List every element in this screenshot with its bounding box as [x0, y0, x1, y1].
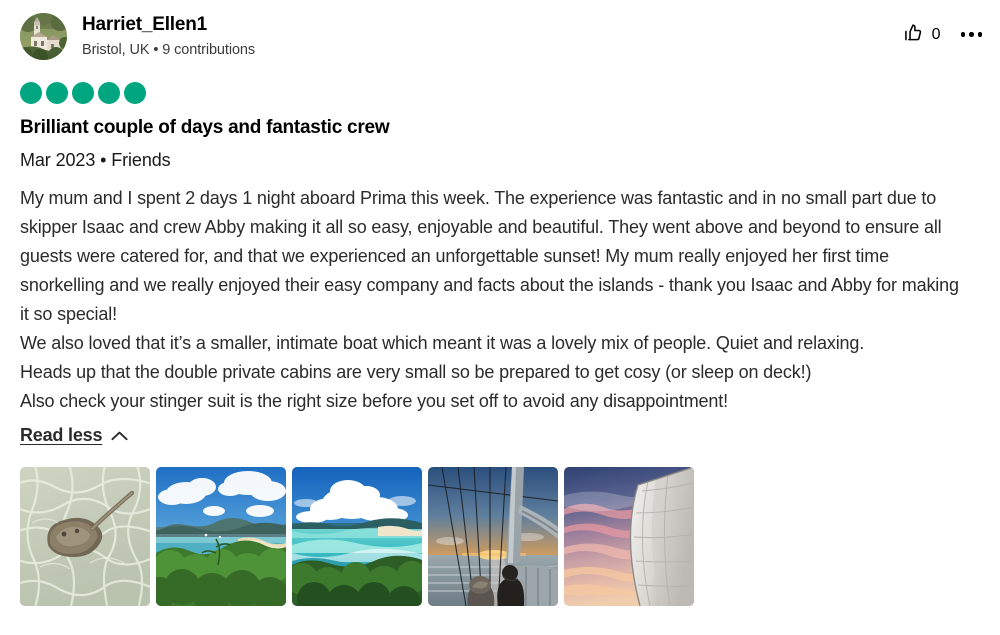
username[interactable]: Harriet_Ellen1: [82, 13, 255, 37]
helpful-count: 0: [931, 25, 941, 43]
rating-bubble-icon: [46, 82, 68, 104]
sunset-from-sailboat-deck-photo: [428, 467, 558, 606]
author-identity: Harriet_Ellen1 Bristol, UK • 9 contribut…: [82, 12, 255, 60]
review-header: Harriet_Ellen1 Bristol, UK • 9 contribut…: [0, 0, 1000, 60]
more-options-button[interactable]: [959, 32, 985, 37]
author-location-contributions: Bristol, UK • 9 contributions: [82, 42, 256, 58]
turquoise-lagoon-whitehaven-beach-photo: [292, 467, 422, 606]
thumbs-up-icon: [903, 22, 925, 47]
ellipsis-icon: [977, 32, 982, 37]
review-photo-thumbnail[interactable]: [428, 467, 558, 606]
review-body-text: My mum and I spent 2 days 1 night aboard…: [20, 188, 959, 411]
review-title[interactable]: Brilliant couple of days and fantastic c…: [0, 104, 1000, 140]
review-photo-thumbnail[interactable]: [20, 467, 150, 606]
review-photo-thumbnail[interactable]: [292, 467, 422, 606]
review-photo-thumbnail[interactable]: [156, 467, 286, 606]
review-header-actions: 0: [903, 22, 984, 47]
bubble-rating: [0, 60, 1000, 104]
helpful-button[interactable]: 0: [903, 22, 941, 47]
read-less-button[interactable]: Read less: [0, 416, 128, 446]
rating-bubble-icon: [20, 82, 42, 104]
stingray-in-clear-shallow-water-photo: [20, 467, 150, 606]
avatar-photo: [20, 13, 67, 60]
review-card: Harriet_Ellen1 Bristol, UK • 9 contribut…: [0, 0, 1000, 635]
pink-sunset-sky-with-sail-photo: [564, 467, 694, 606]
chevron-up-icon: [111, 431, 128, 441]
review-photo-strip: [0, 446, 1000, 606]
ellipsis-icon: [960, 32, 965, 37]
ellipsis-icon: [969, 32, 974, 37]
read-less-label: Read less: [20, 425, 103, 445]
avatar[interactable]: [20, 13, 67, 60]
tropical-bay-with-green-foliage-photo: [156, 467, 286, 606]
rating-bubble-icon: [72, 82, 94, 104]
rating-bubble-icon: [98, 82, 120, 104]
rating-bubble-icon: [124, 82, 146, 104]
review-date-trip-type: Mar 2023 • Friends: [20, 150, 171, 170]
review-photo-thumbnail[interactable]: [564, 467, 694, 606]
